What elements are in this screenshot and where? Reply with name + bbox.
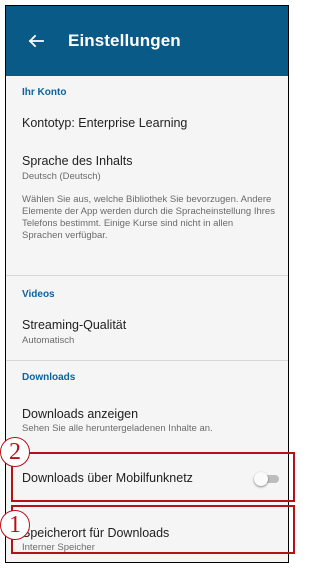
- content-language-help: Wählen Sie aus, welche Bibliothek Sie be…: [22, 194, 275, 241]
- account-type-label: Kontotyp: Enterprise Learning: [22, 116, 188, 130]
- content-language-label: Sprache des Inhalts: [22, 154, 133, 168]
- streaming-quality-value: Automatisch: [22, 335, 75, 346]
- highlight-box-download-location: [11, 505, 295, 554]
- annotation-marker-2: 2: [0, 437, 30, 467]
- account-type-row: Kontotyp: Enterprise Learning: [6, 110, 288, 130]
- arrow-left-icon[interactable]: [24, 29, 48, 53]
- videos-section: Videos Streaming-Qualität Automatisch: [6, 276, 288, 360]
- streaming-quality-label: Streaming-Qualität: [22, 318, 127, 332]
- content-language-row[interactable]: Sprache des Inhalts Deutsch (Deutsch) Wä…: [6, 130, 288, 242]
- annotation-marker-1: 1: [0, 510, 30, 540]
- show-downloads-sub: Sehen Sie alle heruntergeladenen Inhalte…: [22, 423, 213, 434]
- account-section: Ihr Konto Kontotyp: Enterprise Learning …: [6, 76, 288, 275]
- streaming-quality-row[interactable]: Streaming-Qualität Automatisch: [6, 314, 288, 347]
- app-bar: Einstellungen: [6, 6, 288, 76]
- show-downloads-label: Downloads anzeigen: [22, 407, 139, 421]
- section-heading-account: Ihr Konto: [22, 87, 67, 98]
- content-language-value: Deutsch (Deutsch): [22, 171, 101, 182]
- highlight-box-mobile-downloads: [11, 452, 295, 502]
- section-heading-videos: Videos: [22, 289, 55, 300]
- page-title: Einstellungen: [68, 31, 181, 50]
- show-downloads-row[interactable]: Downloads anzeigen Sehen Sie alle herunt…: [6, 395, 288, 435]
- section-heading-downloads: Downloads: [22, 372, 76, 383]
